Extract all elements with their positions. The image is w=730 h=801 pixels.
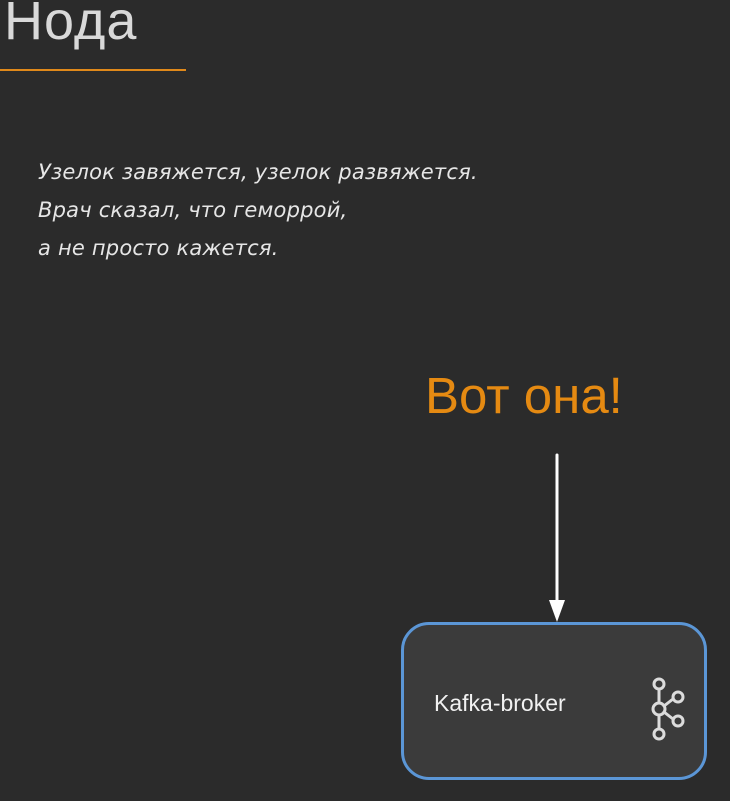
down-arrow-icon <box>549 453 565 622</box>
title-underline <box>0 69 186 71</box>
page-title: Нода <box>4 0 138 51</box>
kafka-broker-node: Kafka-broker <box>401 622 707 780</box>
poem-line: а не просто кажется. <box>38 236 279 260</box>
kafka-logo-icon <box>651 677 685 741</box>
poem-line: Узелок завяжется, узелок развяжется. <box>38 160 478 184</box>
poem-line: Врач сказал, что геморрой, <box>38 198 348 222</box>
callout-text: Вот она! <box>425 367 623 424</box>
poem-block: Узелок завяжется, узелок развяжется. Вра… <box>38 153 478 267</box>
node-label: Kafka-broker <box>434 690 566 716</box>
